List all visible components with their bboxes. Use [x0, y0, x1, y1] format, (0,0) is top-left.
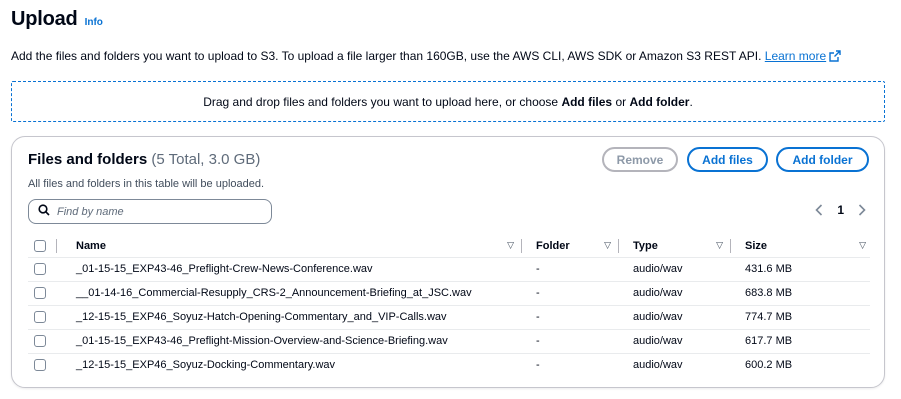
page-description: Add the files and folders you want to up…: [11, 49, 841, 65]
dropzone-suffix: .: [689, 94, 693, 109]
column-name-label: Name: [76, 239, 106, 252]
add-files-button[interactable]: Add files: [687, 147, 768, 172]
row-checkbox[interactable]: [34, 263, 46, 276]
table-row[interactable]: _12-15-15_EXP46_Soyuz-Hatch-Opening-Comm…: [28, 305, 870, 330]
description-text: Add the files and folders you want to up…: [11, 49, 762, 63]
row-checkbox[interactable]: [34, 287, 46, 300]
panel-title-text: Files and folders: [28, 151, 148, 168]
file-size: 683.8 MB: [731, 281, 870, 306]
learn-more-label[interactable]: Learn more: [765, 49, 826, 63]
table-row[interactable]: __01-14-16_Commercial-Resupply_CRS-2_Ann…: [28, 281, 870, 306]
table-row[interactable]: _01-15-15_EXP43-46_Preflight-Crew-News-C…: [28, 257, 870, 282]
row-checkbox[interactable]: [34, 359, 46, 372]
panel-count: (5 Total, 3.0 GB): [151, 151, 261, 168]
file-name: _12-15-15_EXP46_Soyuz-Docking-Commentary…: [76, 359, 336, 372]
sort-icon[interactable]: ▽: [716, 240, 723, 251]
sort-icon[interactable]: ▽: [507, 240, 514, 251]
column-size-label: Size: [745, 239, 768, 252]
add-folder-button[interactable]: Add folder: [776, 147, 869, 172]
file-size: 431.6 MB: [731, 257, 870, 282]
panel-title: Files and folders (5 Total, 3.0 GB): [28, 151, 260, 168]
remove-button[interactable]: Remove: [602, 147, 678, 172]
file-name: _01-15-15_EXP43-46_Preflight-Mission-Ove…: [62, 329, 522, 354]
file-folder: -: [522, 281, 619, 306]
search-input[interactable]: [57, 205, 257, 218]
file-size: 600.2 MB: [745, 359, 793, 372]
page-title: Upload: [11, 8, 78, 30]
table-row[interactable]: _12-15-15_EXP46_Soyuz-Docking-Commentary…: [28, 353, 870, 377]
dropzone-text: Drag and drop files and folders you want…: [203, 94, 562, 109]
chevron-right-icon[interactable]: [858, 204, 866, 216]
search-icon: [38, 203, 50, 221]
column-header-name[interactable]: Name ▽: [62, 235, 522, 258]
upload-dropzone[interactable]: Drag and drop files and folders you want…: [11, 81, 885, 122]
file-type: audio/wav: [619, 257, 731, 282]
file-type: audio/wav: [619, 329, 731, 354]
table-header-row: Name ▽ Folder ▽ Type ▽ Size ▽: [28, 235, 870, 258]
dropzone-or-text: or: [612, 94, 630, 109]
file-name: __01-14-16_Commercial-Resupply_CRS-2_Ann…: [62, 281, 522, 306]
column-header-size[interactable]: Size ▽: [731, 235, 870, 258]
file-size: 774.7 MB: [731, 305, 870, 330]
current-page[interactable]: 1: [837, 203, 844, 217]
file-folder: -: [522, 257, 619, 282]
panel-subtitle: All files and folders in this table will…: [28, 178, 265, 190]
file-size: 617.7 MB: [731, 329, 870, 354]
chevron-left-icon[interactable]: [815, 204, 823, 216]
file-folder: -: [522, 305, 619, 330]
pagination: 1: [815, 203, 866, 217]
column-header-folder[interactable]: Folder ▽: [522, 235, 619, 258]
file-type: audio/wav: [619, 281, 731, 306]
column-folder-label: Folder: [536, 239, 570, 252]
file-folder: -: [522, 329, 619, 354]
file-type: audio/wav: [619, 305, 731, 330]
column-type-label: Type: [633, 239, 658, 252]
file-type: audio/wav: [633, 359, 683, 372]
row-checkbox[interactable]: [34, 311, 46, 324]
column-divider: [56, 238, 57, 253]
learn-more-link[interactable]: Learn more: [765, 49, 841, 63]
info-link[interactable]: Info: [85, 17, 103, 28]
search-field[interactable]: [28, 199, 272, 224]
sort-icon[interactable]: ▽: [859, 240, 866, 251]
dropzone-add-folder-text: Add folder: [629, 94, 690, 109]
files-and-folders-panel: Files and folders (5 Total, 3.0 GB) All …: [11, 136, 885, 388]
external-link-icon[interactable]: [829, 50, 841, 65]
select-all-checkbox[interactable]: [34, 239, 46, 252]
column-header-type[interactable]: Type ▽: [619, 235, 731, 258]
file-folder: -: [536, 359, 540, 372]
page-header: Upload Info: [11, 8, 103, 31]
file-name: _01-15-15_EXP43-46_Preflight-Crew-News-C…: [62, 257, 522, 282]
sort-icon[interactable]: ▽: [604, 240, 611, 251]
dropzone-add-files-text: Add files: [561, 94, 613, 109]
select-all-header: [28, 235, 62, 258]
file-name: _12-15-15_EXP46_Soyuz-Hatch-Opening-Comm…: [62, 305, 522, 330]
files-table: Name ▽ Folder ▽ Type ▽ Size ▽ _01-15-15_EXP4…: [28, 235, 870, 377]
row-checkbox[interactable]: [34, 335, 46, 348]
table-row[interactable]: _01-15-15_EXP43-46_Preflight-Mission-Ove…: [28, 329, 870, 354]
